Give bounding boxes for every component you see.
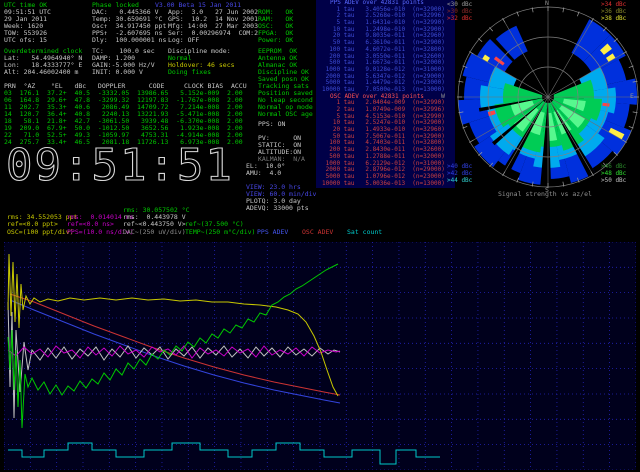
dbc-legend-bottom-left: >40 dBc>42 dBc>44 dBc: [447, 163, 472, 184]
compass-north: N: [545, 0, 549, 7]
osc-adev-table: 1 tau 2.0404e-009 (n=32990) 2 tau 1.0749…: [316, 100, 458, 187]
compass-east: E: [630, 93, 634, 100]
temp-ref: ref~(37.500 °C): [185, 221, 244, 228]
osc-adev-plot-label: OSC ADEV: [302, 229, 333, 236]
dac-ref: ref~<0.443750 V>: [123, 221, 186, 228]
time-line: UTC ofs: 15: [4, 37, 51, 44]
dac-scale: DAC~(250 uV/div): [123, 229, 186, 236]
adev-panel: PPS ADEV over 42831 points 1 tau 3.4056e…: [316, 0, 458, 188]
osc-ref: ref=<0.0 ppt>: [7, 221, 58, 228]
dbc-legend-item: >48 dBc: [601, 170, 626, 177]
adev-queue: ADEVQ: 33000 pts: [246, 205, 309, 212]
dbc-legend-item: >44 dBc: [447, 177, 472, 184]
dbc-legend-item: >38 dBc: [601, 15, 626, 22]
strip-chart: [4, 242, 636, 470]
discipline-mode-line: Doing fixes: [168, 69, 235, 76]
big-clock-digits: 09:51:51: [6, 140, 234, 190]
status-line: Normal OSC age: [258, 111, 313, 118]
fix-mode-column: PV: ONSTATIC: ONALTITUDE:ON: [258, 135, 301, 156]
version-column: App: 3.0 27 Jun 2002GPS: 10.2 14 Nov 200…: [168, 9, 258, 44]
dbc-legend-item: >36 dBc: [601, 8, 626, 15]
discipline-mode-column: NormalHoldover: 46 secsDoing fixes: [168, 55, 235, 76]
loop-column: TC: 100.0 secDAMP: 1.200GAIN:-5.000 Hz/V…: [92, 48, 155, 76]
health-line: Power: OK: [258, 37, 293, 44]
dbc-legend-item: >30 dBc: [447, 8, 472, 15]
signal-map-caption: Signal strength vs az/el: [498, 191, 592, 198]
version-line: Log: OFF: [168, 37, 258, 44]
health-column: ROM: OKRAM: OKOSC: OKFPGA: OKPower: OK: [258, 9, 293, 44]
compass-west: W: [441, 93, 445, 100]
sat-count-plot-label: Sat count: [347, 229, 382, 236]
temp-scale: TEMP~(250 m°C/div): [185, 229, 255, 236]
dbc-legend-item: >50 dBc: [601, 177, 626, 184]
dbc-legend-bottom-right: >46 dBc>48 dBc>50 dBc: [601, 163, 626, 184]
status-column: EEPROM OKAntenna OKAlmanac OKDiscipline …: [258, 48, 313, 118]
dbc-legend-top-right: >34 dBc>36 dBc>38 dBc: [601, 1, 626, 22]
pps-ref: ref=<0.0 ns>: [67, 221, 114, 228]
dbc-legend-item: >42 dBc: [447, 170, 472, 177]
big-clock: 09:51:51: [4, 136, 254, 190]
osc-adev-row: 10000 tau 5.0036e-013 (n=13000): [322, 181, 458, 188]
osc-column: DAC: 0.445366 VTemp: 30.659691 °COsc↑ 34…: [92, 9, 166, 44]
dbc-legend-top-left: <30 dBc>30 dBc>32 dBc: [447, 1, 472, 22]
position-column: Lat: 54.4964940° NLon: 18.4333777° EAlt:…: [4, 55, 82, 76]
position-line: Alt: 204.46002400 m: [4, 69, 82, 76]
osc-scale: OSC=(100 ppt/div): [7, 229, 74, 236]
time-column: 09:51:51 UTC29 Jan 2011Week: 1620TOW: 55…: [4, 9, 51, 44]
osc-line: Dly: 100.000001 ns: [92, 37, 166, 44]
dbc-legend-item: >46 dBc: [601, 163, 626, 170]
dbc-legend-item: >40 dBc: [447, 163, 472, 170]
loop-line: INIT: 0.000 V: [92, 69, 155, 76]
pps-status: PPS: ON: [258, 121, 285, 128]
pps-adev-table: 1 tau 3.4056e-010 (n=32900) 2 tau 2.5268…: [316, 7, 458, 94]
dbc-legend-item: >34 dBc: [601, 1, 626, 8]
dbc-legend-item: <30 dBc: [447, 1, 472, 8]
pps-adev-plot-label: PPS ADEV: [257, 229, 288, 236]
dbc-legend-item: >32 dBc: [447, 15, 472, 22]
lady-heather-screen: UTC time OK Phase locked V3.00 Beta 15 J…: [0, 0, 640, 472]
